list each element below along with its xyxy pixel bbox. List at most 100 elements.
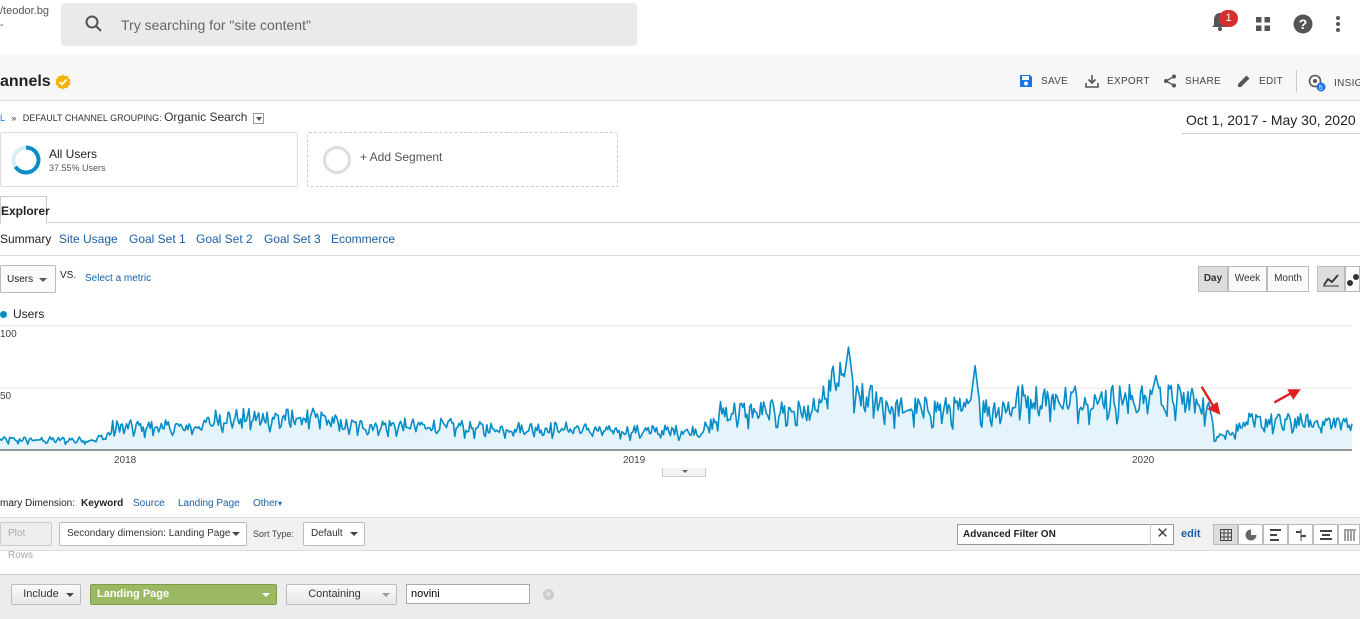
secondary-dimension-label: Secondary dimension: Landing Page — [67, 528, 231, 539]
annotation-arrows — [1200, 386, 1301, 415]
subtab-goal-set-1[interactable]: Goal Set 1 — [129, 232, 186, 246]
remove-filter-close-icon[interactable]: × — [543, 589, 554, 600]
clear-filter-close-icon[interactable]: ✕ — [1150, 524, 1174, 545]
annotation-arrow-up — [1273, 389, 1301, 404]
y-tick-50: 50 — [0, 391, 12, 402]
breadcrumb-value: Organic Search — [164, 110, 248, 124]
metric-selector[interactable]: Users — [0, 265, 56, 293]
date-range-picker[interactable]: Oct 1, 2017 - May 30, 2020 — [1182, 108, 1360, 134]
search-input[interactable] — [121, 3, 621, 46]
report-title-bar: annels SAVE EXPORT SHARE EDIT 5 INSIGH — [0, 54, 1360, 101]
breadcrumb-root-link[interactable]: L — [0, 113, 5, 123]
granularity-week-button[interactable]: Week — [1228, 266, 1267, 292]
page-title: annels — [0, 73, 51, 90]
x-tick-2018: 2018 — [114, 455, 137, 466]
chevron-down-icon — [262, 593, 270, 597]
users-over-time-chart[interactable]: 100 50 2018 2019 2020 — [0, 320, 1360, 468]
insights-label: INSIGH — [1334, 77, 1360, 89]
view-term-cloud-button[interactable] — [1313, 524, 1338, 545]
top-bar: /teodor.bg - 1 ? — [0, 0, 1360, 54]
insights-icon: 5 — [1308, 74, 1326, 92]
search-icon — [85, 15, 102, 32]
help-icon[interactable]: ? — [1293, 14, 1313, 34]
granularity-day-button[interactable]: Day — [1198, 266, 1228, 292]
line-chart-icon — [1323, 274, 1339, 287]
chart-legend: Users — [0, 307, 44, 321]
share-icon — [1164, 74, 1176, 88]
dimension-landing-page[interactable]: Landing Page — [178, 498, 240, 509]
view-pivot-button[interactable] — [1338, 524, 1360, 545]
sort-type-label: Sort Type: — [253, 529, 294, 539]
chevron-down-icon — [350, 532, 358, 536]
breadcrumb-separator: » — [11, 113, 17, 123]
segment-all-users[interactable]: All Users 37.55% Users — [0, 132, 298, 187]
segment-share: 37.55% Users — [49, 163, 106, 173]
motion-chart-toggle[interactable] — [1345, 266, 1360, 292]
add-segment-label: + Add Segment — [360, 150, 443, 164]
line-chart-toggle[interactable] — [1317, 266, 1345, 292]
share-button[interactable]: SHARE — [1163, 74, 1221, 88]
breadcrumb-dropdown[interactable] — [252, 113, 264, 125]
x-tick-2020: 2020 — [1132, 455, 1155, 466]
edit-button[interactable]: EDIT — [1237, 74, 1283, 88]
legend-users-label: Users — [13, 307, 45, 321]
subtab-goal-set-2[interactable]: Goal Set 2 — [196, 232, 253, 246]
add-segment-button[interactable]: + Add Segment — [307, 132, 618, 187]
x-tick-2019: 2019 — [623, 455, 646, 466]
dimension-other[interactable]: Other — [253, 498, 278, 509]
view-performance-button[interactable] — [1263, 524, 1288, 545]
breadcrumb: L » DEFAULT CHANNEL GROUPING: Organic Se… — [0, 110, 264, 125]
filter-dimension-select[interactable]: Landing Page — [90, 584, 277, 605]
segment-donut-icon — [11, 145, 41, 175]
subtab-goal-set-3[interactable]: Goal Set 3 — [264, 232, 321, 246]
filter-value-input[interactable] — [406, 584, 530, 604]
edit-label: EDIT — [1259, 75, 1283, 87]
comparison-icon — [1296, 529, 1306, 541]
dimension-other-caret-icon: ▾ — [278, 499, 283, 508]
view-pie-button[interactable] — [1238, 524, 1263, 545]
export-icon — [1085, 75, 1099, 88]
granularity-month-button[interactable]: Month — [1267, 266, 1309, 292]
more-vert-icon[interactable] — [1335, 15, 1341, 33]
search-box[interactable] — [61, 3, 637, 46]
subtab-site-usage[interactable]: Site Usage — [59, 232, 118, 246]
notification-badge: 1 — [1219, 10, 1238, 27]
subtab-ecommerce[interactable]: Ecommerce — [331, 232, 395, 246]
segment-name: All Users — [49, 147, 98, 161]
dimension-keyword[interactable]: Keyword — [81, 498, 123, 509]
breadcrumb-label: DEFAULT CHANNEL GROUPING: — [22, 113, 162, 123]
svg-text:5: 5 — [1319, 85, 1323, 92]
bubble-chart-icon — [1347, 274, 1359, 286]
report-tab-bar: Explorer — [0, 196, 1360, 224]
account-selector[interactable]: /teodor.bg - — [0, 4, 49, 32]
edit-filter-link[interactable]: edit — [1181, 528, 1201, 540]
chevron-down-icon — [382, 593, 390, 597]
match-type-select[interactable]: Containing — [286, 584, 397, 605]
select-metric-link[interactable]: Select a metric — [85, 273, 151, 284]
apps-grid-icon[interactable] — [1256, 17, 1270, 31]
tab-explorer[interactable]: Explorer — [0, 196, 50, 224]
chevron-down-icon — [66, 593, 74, 597]
subtab-summary[interactable]: Summary — [0, 232, 51, 246]
share-label: SHARE — [1185, 75, 1221, 87]
sort-type-select[interactable]: Default — [303, 522, 365, 546]
advanced-filter-field[interactable]: Advanced Filter ON — [957, 524, 1174, 545]
action-divider — [1296, 70, 1297, 92]
export-button[interactable]: EXPORT — [1085, 74, 1150, 88]
save-label: SAVE — [1041, 75, 1069, 87]
view-comparison-button[interactable] — [1288, 524, 1313, 545]
svg-text:?: ? — [1299, 16, 1308, 32]
subtab-divider — [0, 255, 1360, 256]
insights-button[interactable]: 5 INSIGH — [1308, 74, 1360, 92]
include-select[interactable]: Include — [11, 584, 81, 605]
dimension-source[interactable]: Source — [133, 498, 165, 509]
secondary-dimension-select[interactable]: Secondary dimension: Landing Page — [59, 522, 247, 546]
chevron-down-icon — [232, 532, 240, 536]
plot-rows-button[interactable]: Plot Rows — [0, 522, 52, 561]
account-sub: - — [0, 19, 4, 31]
view-table-button[interactable] — [1213, 524, 1238, 545]
chart-collapse-handle[interactable] — [662, 468, 706, 477]
save-icon — [1020, 75, 1032, 87]
pencil-icon — [1238, 75, 1250, 87]
save-button[interactable]: SAVE — [1019, 74, 1068, 88]
